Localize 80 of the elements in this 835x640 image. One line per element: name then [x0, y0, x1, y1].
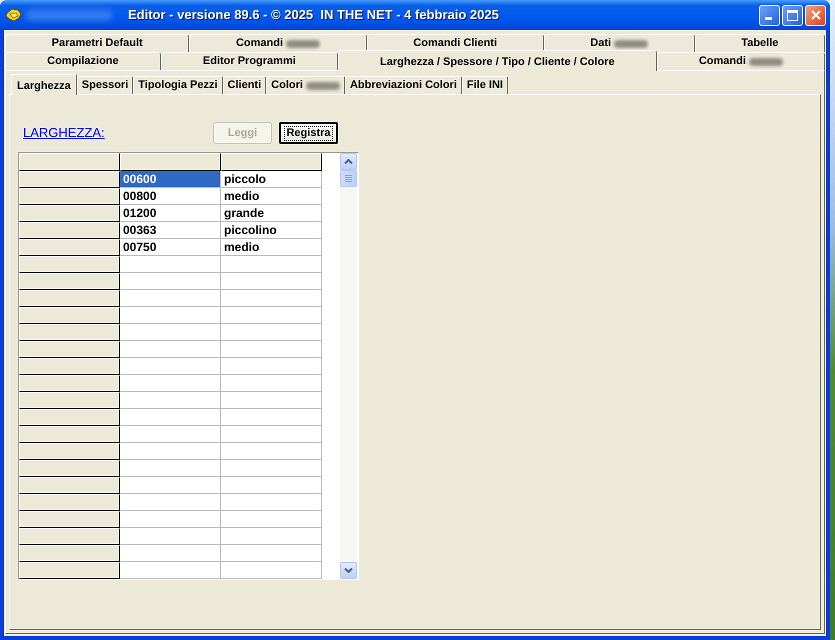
table-cell[interactable]: piccolino [221, 222, 322, 239]
scroll-up-button[interactable] [340, 153, 357, 170]
table-cell[interactable]: 00600 [120, 171, 221, 188]
table-cell[interactable] [221, 409, 322, 426]
table-cell[interactable]: 00800 [120, 188, 221, 205]
table-cell[interactable] [221, 324, 322, 341]
table-cell[interactable] [221, 443, 322, 460]
table-cell[interactable] [120, 273, 221, 290]
table-cell[interactable]: 00363 [120, 222, 221, 239]
scroll-thumb[interactable] [340, 170, 357, 187]
table-cell[interactable] [120, 511, 221, 528]
table-cell[interactable] [221, 494, 322, 511]
table-cell[interactable] [221, 562, 322, 579]
table-cell[interactable] [120, 324, 221, 341]
table-cell[interactable] [221, 290, 322, 307]
table-cell[interactable]: 00750 [120, 239, 221, 256]
table-cell[interactable] [120, 307, 221, 324]
tab[interactable]: Parametri Default [5, 34, 190, 52]
table-cell[interactable] [221, 307, 322, 324]
table-cell[interactable] [221, 358, 322, 375]
close-icon [810, 10, 820, 20]
table-cell[interactable] [221, 528, 322, 545]
tab[interactable]: Comandi [656, 52, 826, 70]
tab[interactable]: Abbreviazioni Colori [344, 76, 462, 94]
table-cell[interactable]: medio [221, 188, 322, 205]
table-cell[interactable] [221, 375, 322, 392]
table-cell[interactable]: piccolo [221, 171, 322, 188]
chevron-up-icon [344, 159, 353, 164]
table-cell[interactable] [120, 477, 221, 494]
table-cell[interactable] [120, 494, 221, 511]
table-cell[interactable]: grande [221, 205, 322, 222]
table-cell[interactable] [120, 256, 221, 273]
table-cell[interactable] [120, 545, 221, 562]
table-cell[interactable] [120, 341, 221, 358]
chevron-down-icon [344, 568, 353, 573]
tab[interactable]: Larghezza [11, 74, 77, 95]
tab[interactable]: Colori [266, 76, 345, 94]
section-link[interactable]: LARGHEZZA: [23, 125, 105, 141]
table-cell[interactable] [221, 426, 322, 443]
close-button[interactable] [805, 4, 826, 26]
maximize-icon [787, 10, 798, 20]
table-cell[interactable] [120, 392, 221, 409]
window-title: Editor - versione 89.6 - © 2025 IN THE NET - 4 febbraio 2025 [128, 6, 499, 24]
table-cell[interactable] [120, 409, 221, 426]
tab[interactable]: Compilazione [5, 52, 161, 70]
table-cell[interactable] [120, 375, 221, 392]
tab[interactable]: Tipologia Pezzi [133, 76, 223, 94]
table-cell[interactable] [120, 358, 221, 375]
table-cell[interactable]: medio [221, 239, 322, 256]
table-cell[interactable] [221, 341, 322, 358]
table-cell[interactable] [120, 443, 221, 460]
tab[interactable]: Spessori [76, 76, 134, 94]
tab[interactable]: Dati [544, 34, 695, 52]
table-cell[interactable] [120, 426, 221, 443]
table-cell[interactable] [221, 511, 322, 528]
table-cell[interactable] [221, 273, 322, 290]
tab[interactable]: Editor Programmi [160, 52, 338, 70]
table-cell[interactable] [221, 256, 322, 273]
table-cell[interactable] [120, 528, 221, 545]
tab[interactable]: Clienti [222, 76, 266, 94]
table-cell[interactable] [120, 562, 221, 579]
table-cell[interactable] [221, 477, 322, 494]
grip-lines-icon [345, 175, 352, 182]
tab[interactable]: File INI [462, 76, 508, 94]
minimize-button[interactable] [759, 4, 780, 26]
maximize-button[interactable] [782, 4, 803, 26]
app-icon [5, 7, 23, 23]
save-button[interactable]: Registra [279, 122, 338, 144]
tab[interactable]: Larghezza / Spessore / Tipo / Cliente / Colore [338, 50, 657, 71]
table-cell[interactable] [120, 290, 221, 307]
scroll-down-button[interactable] [340, 562, 357, 579]
table-cell[interactable] [221, 545, 322, 562]
vertical-scrollbar[interactable] [340, 153, 357, 579]
table-cell[interactable] [221, 392, 322, 409]
table-cell[interactable]: 01200 [120, 205, 221, 222]
tab[interactable]: Tabelle [694, 34, 826, 52]
table-cell[interactable] [221, 460, 322, 477]
minimize-icon [765, 16, 772, 20]
table-cell[interactable] [120, 460, 221, 477]
tab[interactable]: Comandi [189, 34, 367, 52]
